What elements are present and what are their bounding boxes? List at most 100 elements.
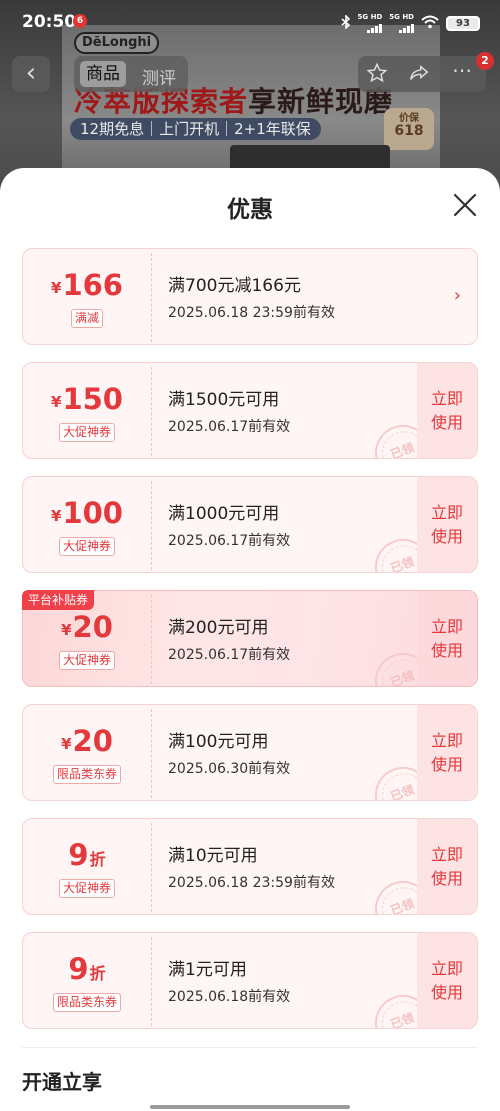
coupon-amount-value: 166	[62, 268, 123, 302]
more-icon[interactable]: ⋯	[452, 58, 472, 82]
coupon-perforation	[151, 367, 152, 456]
coupon-card[interactable]: 9折 大促神券 满10元可用 2025.06.18 23:59前有效 已领 立即 使用	[22, 818, 478, 915]
signal-1-label: 5G HD	[357, 13, 383, 21]
close-icon	[453, 193, 477, 217]
coupon-type-tag: 大促神券	[58, 423, 116, 442]
coupon-type-tag: 满减	[70, 309, 104, 328]
coupon-amount-suffix: 折	[89, 850, 106, 869]
use-now-line2: 使用	[430, 527, 463, 546]
coupon-condition: 满1500元可用	[168, 390, 280, 410]
coupon-amount-suffix: 折	[89, 964, 106, 983]
use-now-button[interactable]: 立即 使用	[417, 705, 477, 800]
coupon-value-area: ¥100 大促神券	[23, 477, 151, 572]
product-tabs: 商品 测评	[74, 56, 188, 92]
coupon-card[interactable]: ¥166 满减 满700元减166元 2025.06.18 23:59前有效 ›	[22, 248, 478, 345]
coupon-amount: ¥166	[23, 267, 151, 306]
coupon-perforation	[151, 937, 152, 1026]
coupon-perforation	[151, 253, 152, 342]
product-actions: ⋯	[358, 56, 486, 92]
use-now-line1: 立即	[430, 503, 463, 522]
coupon-amount-value: 20	[72, 610, 113, 644]
close-button[interactable]	[450, 190, 480, 220]
signal-2-label: 5G HD	[389, 13, 414, 21]
use-now-line2: 使用	[430, 641, 463, 660]
signal-2-icon: 5G HD	[389, 13, 414, 33]
coupon-amount-value: 100	[62, 496, 123, 530]
coupon-amount: 9折	[23, 837, 151, 878]
coupon-type-tag: 大促神券	[58, 651, 116, 670]
use-now-line2: 使用	[430, 869, 463, 888]
coupon-expiry: 2025.06.17前有效	[168, 647, 291, 663]
use-now-label: 立即 使用	[417, 729, 477, 777]
coupon-amount: ¥150	[23, 381, 151, 420]
coupon-amount-value: 9	[68, 838, 89, 872]
use-now-label: 立即 使用	[417, 615, 477, 663]
coupon-perforation	[151, 823, 152, 912]
coupon-perforation	[151, 595, 152, 684]
coupon-card[interactable]: 9折 限品类东券 满1元可用 2025.06.18前有效 已领 立即 使用	[22, 932, 478, 1029]
use-now-label: 立即 使用	[417, 387, 477, 435]
star-icon[interactable]	[366, 62, 388, 89]
coupon-amount: ¥100	[23, 495, 151, 534]
coupon-currency: ¥	[61, 621, 72, 639]
notification-app-icon: 6	[73, 14, 87, 28]
coupon-type-tag: 大促神券	[58, 879, 116, 898]
use-now-line2: 使用	[430, 413, 463, 432]
coupon-currency: ¥	[51, 393, 62, 411]
tab-product[interactable]: 商品	[80, 61, 126, 87]
coupon-type-tag: 大促神券	[58, 537, 116, 556]
status-indicators: 5G HD 5G HD 93	[341, 13, 480, 33]
use-now-button[interactable]: 立即 使用	[417, 477, 477, 572]
use-now-button[interactable]: 立即 使用	[417, 363, 477, 458]
coupon-perforation	[151, 481, 152, 570]
bluetooth-icon	[341, 13, 351, 32]
coupon-condition: 满100元可用	[168, 732, 269, 752]
coupon-card[interactable]: ¥150 大促神券 满1500元可用 2025.06.17前有效 已领 立即 使用	[22, 362, 478, 459]
use-now-button[interactable]: 立即 使用	[417, 819, 477, 914]
status-time: 20:50	[22, 12, 77, 32]
coupon-amount: 9折	[23, 951, 151, 992]
coupon-expiry: 2025.06.17前有效	[168, 419, 291, 435]
coupon-expiry: 2025.06.18前有效	[168, 989, 291, 1005]
use-now-button[interactable]: 立即 使用	[417, 933, 477, 1028]
coupon-expiry: 2025.06.18 23:59前有效	[168, 875, 335, 891]
use-now-label: 立即 使用	[417, 957, 477, 1005]
price-protect-badge: 价保 618	[384, 108, 434, 150]
coupon-expiry: 2025.06.18 23:59前有效	[168, 305, 335, 321]
divider	[22, 1047, 478, 1048]
home-indicator[interactable]	[150, 1105, 350, 1109]
coupon-type-tag: 限品类东券	[52, 765, 122, 784]
coupon-type-tag: 限品类东券	[52, 993, 122, 1012]
use-now-label: 立即 使用	[417, 843, 477, 891]
coupon-amount: ¥20	[23, 723, 151, 762]
coupon-amount: ¥20	[23, 609, 151, 648]
use-now-label: 立即 使用	[417, 501, 477, 549]
use-now-button[interactable]: 立即 使用	[417, 591, 477, 686]
coupon-amount-value: 9	[68, 952, 89, 986]
coupon-card[interactable]: ¥100 大促神券 满1000元可用 2025.06.17前有效 已领 立即 使用	[22, 476, 478, 573]
price-protect-line2: 618	[394, 123, 424, 139]
use-now-line1: 立即	[430, 845, 463, 864]
chevron-left-icon: ‹	[25, 58, 37, 88]
coupon-value-area: ¥166 满减	[23, 249, 151, 344]
back-button[interactable]: ‹	[12, 56, 50, 92]
signal-1-icon: 5G HD	[358, 13, 383, 33]
use-now-line2: 使用	[430, 983, 463, 1002]
coupon-currency: ¥	[51, 507, 62, 525]
coupon-expiry: 2025.06.30前有效	[168, 761, 291, 777]
status-bar: 20:50 6 5G HD 5G HD 93	[0, 0, 500, 44]
coupon-amount-value: 20	[72, 724, 113, 758]
coupon-card[interactable]: ¥20 限品类东券 满100元可用 2025.06.30前有效 已领 立即 使用	[22, 704, 478, 801]
coupon-condition: 满1元可用	[168, 960, 247, 980]
use-now-line1: 立即	[430, 389, 463, 408]
coupon-expiry: 2025.06.17前有效	[168, 533, 291, 549]
chevron-right-icon[interactable]: ›	[454, 285, 461, 306]
coupon-value-area: ¥150 大促神券	[23, 363, 151, 458]
use-now-line1: 立即	[430, 731, 463, 750]
tab-reviews[interactable]: 测评	[142, 64, 176, 89]
coupon-perforation	[151, 709, 152, 798]
coupon-currency: ¥	[61, 735, 72, 753]
battery-icon: 93	[446, 15, 480, 31]
coupon-value-area: 9折 限品类东券	[23, 933, 151, 1028]
share-icon[interactable]	[408, 62, 430, 89]
